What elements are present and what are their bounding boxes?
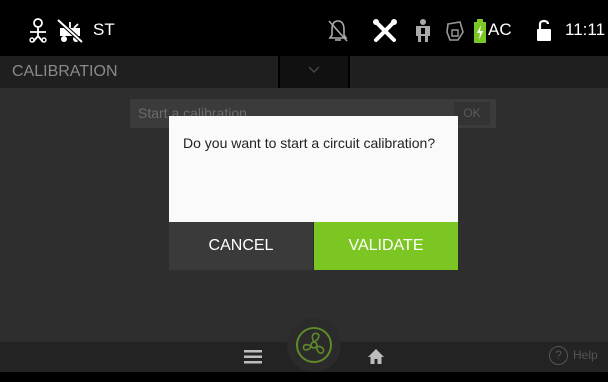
ok-button[interactable]: OK [454, 102, 490, 125]
alarm-silenced-icon[interactable] [327, 18, 349, 44]
dialog-message: Do you want to start a circuit calibrati… [183, 135, 436, 151]
chevron-down-icon [308, 66, 320, 74]
patient-icon [29, 18, 47, 43]
fan-icon [296, 327, 332, 363]
tools-icon[interactable] [372, 18, 398, 44]
menu-icon[interactable] [244, 350, 262, 364]
menu-bar: CALIBRATION [0, 56, 608, 88]
ventilator-screen: ST AC 11:11 CALIBRATION Start a calibrat… [0, 0, 608, 382]
help-label: Help [573, 348, 598, 362]
battery-charging-icon [474, 19, 486, 43]
unlocked-icon[interactable] [536, 18, 552, 44]
no-circuit-icon [56, 18, 84, 44]
mask-icon [446, 21, 464, 41]
confirm-dialog: Do you want to start a circuit calibrati… [169, 116, 458, 270]
menu-dropdown-button[interactable] [280, 56, 348, 88]
help-icon: ? [549, 346, 568, 365]
mode-label: ST [93, 20, 115, 39]
validate-button[interactable]: VALIDATE [314, 222, 458, 270]
clock: 11:11 [565, 20, 606, 39]
home-icon[interactable] [367, 348, 385, 365]
status-bar: ST AC 11:11 [0, 0, 608, 60]
power-source-label: AC [488, 20, 512, 39]
nurse-call-icon [416, 19, 430, 42]
bottom-strip [0, 372, 608, 382]
page-title: CALIBRATION [12, 63, 118, 80]
ventilation-button[interactable] [287, 318, 341, 372]
dialog-body: Do you want to start a circuit calibrati… [169, 116, 458, 222]
menu-divider [348, 56, 350, 88]
cancel-button[interactable]: CANCEL [169, 222, 313, 270]
